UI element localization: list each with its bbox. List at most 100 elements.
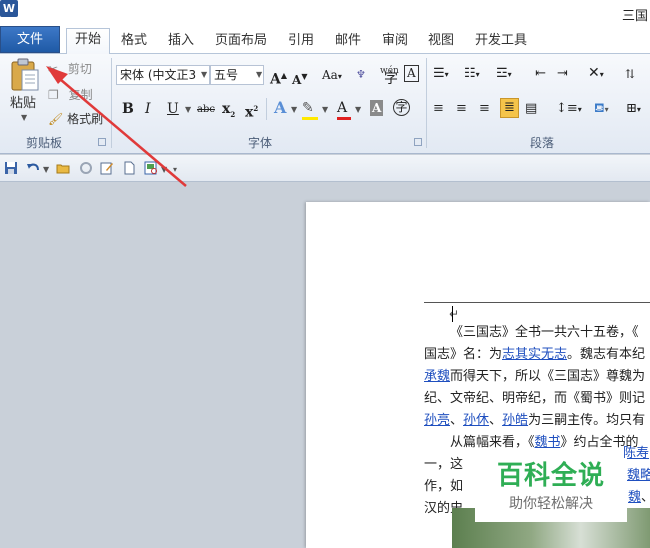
clear-format-button[interactable]: ♆ (356, 66, 366, 84)
paste-button[interactable]: 粘贴 (10, 95, 36, 113)
copy-button[interactable]: ❐ 复制 (48, 86, 93, 104)
borders-button[interactable]: ⊞▾ (626, 100, 641, 119)
justify-button[interactable]: ≣ (500, 98, 519, 118)
sort-button[interactable]: ⇅ (625, 65, 635, 83)
increase-indent-button[interactable]: ⇥ (557, 65, 568, 83)
grow-font-icon: A (270, 71, 281, 88)
font-name-select[interactable]: 宋体 (中文正3 (116, 65, 210, 85)
link-text[interactable]: 魏 (628, 490, 641, 505)
enclose-chars-icon: 字 (395, 100, 408, 114)
cut-button[interactable]: ✂ 剪切 (48, 60, 92, 78)
distributed-button[interactable]: ▤ (525, 100, 537, 118)
format-painter-button[interactable]: 🖌 格式刷 (48, 110, 103, 128)
tab-insert[interactable]: 插入 (168, 30, 194, 54)
tab-review[interactable]: 审阅 (382, 30, 408, 54)
font-color-button[interactable]: A (337, 99, 351, 120)
word-app-icon[interactable]: W (0, 0, 18, 17)
ribbon-tab-bar: 文件 开始 格式 插入 页面布局 引用 邮件 审阅 视图 开发工具 (0, 26, 650, 55)
char-shading-button[interactable]: A (370, 100, 384, 116)
link-text[interactable]: 志其实无志 (502, 347, 567, 362)
align-left-button[interactable]: ≡ (433, 100, 444, 118)
body-text: 。魏志有本纪 (567, 347, 646, 362)
quick-access-toolbar: ▼ ▼ ▾ (0, 155, 650, 182)
multilevel-list-button[interactable]: ☲▾ (496, 65, 512, 84)
align-center-button[interactable]: ≡ (456, 100, 467, 118)
bold-button[interactable]: B (122, 100, 134, 118)
bullets-button[interactable]: ☰▾ (433, 65, 449, 84)
align-right-button[interactable]: ≡ (479, 100, 490, 118)
underline-dropdown-icon[interactable]: ▼ (185, 105, 191, 114)
align-left-icon: ≡ (433, 101, 444, 116)
tab-file[interactable]: 文件 (0, 26, 60, 53)
shading-button[interactable]: ⛾▾ (594, 100, 609, 119)
chinese-layout-icon: ✕ (588, 65, 600, 81)
print-preview-icon[interactable] (144, 161, 158, 175)
tab-page-layout[interactable]: 页面布局 (215, 30, 267, 54)
undo-icon[interactable] (26, 161, 40, 175)
numbering-button[interactable]: ☷▾ (464, 65, 480, 84)
chinese-layout-button[interactable]: ✕▾ (588, 64, 604, 84)
customize-qat-icon[interactable]: ▾ (173, 165, 177, 174)
tab-view[interactable]: 视图 (428, 30, 454, 54)
superscript-button[interactable]: x2 (245, 100, 258, 122)
tab-references[interactable]: 引用 (288, 30, 314, 54)
group-label-clipboard: 剪贴板 (26, 136, 63, 150)
body-text: 纪、文帝纪、明帝纪，而《蜀书》则记 (424, 391, 646, 406)
grow-font-button[interactable]: A▲ (270, 66, 287, 89)
tab-home[interactable]: 开始 (66, 28, 110, 55)
line-spacing-button[interactable]: ↕≡▾ (556, 100, 582, 119)
link-text[interactable]: 魏略 (627, 468, 650, 483)
new-document-icon[interactable] (122, 161, 136, 175)
document-line: 承魏而得天下，所以《三国志》尊魏为 (424, 367, 645, 387)
tab-format[interactable]: 格式 (121, 30, 147, 54)
document-line: 作，如 (424, 477, 463, 497)
pin-dropdown-icon[interactable]: ▼ (161, 165, 167, 174)
clipboard-dialog-launcher-icon[interactable] (98, 138, 106, 146)
link-text[interactable]: 魏书 (535, 435, 561, 450)
clear-format-icon: ♆ (356, 68, 366, 81)
tab-developer[interactable]: 开发工具 (475, 30, 527, 54)
open-folder-icon[interactable] (56, 161, 70, 175)
highlight-button[interactable]: ✎ (302, 99, 318, 120)
italic-button[interactable]: I (145, 100, 151, 118)
edit-document-icon[interactable] (100, 161, 114, 175)
char-border-button[interactable]: A (404, 65, 419, 82)
underline-button[interactable]: U (167, 100, 179, 118)
subscript-button[interactable]: x2 (222, 100, 235, 124)
body-text: 《三国志》全书一共六十五卷，《 (450, 325, 639, 340)
decrease-indent-button[interactable]: ⇤ (535, 65, 546, 83)
font-size-dropdown-icon[interactable]: ▼ (256, 70, 262, 79)
font-color-dropdown-icon[interactable]: ▼ (355, 105, 361, 114)
paste-dropdown-icon[interactable]: ▼ (21, 113, 27, 122)
font-name-value: 宋体 (中文正3 (120, 68, 197, 82)
format-painter-label: 格式刷 (67, 112, 104, 126)
link-text[interactable]: 孙亮 (424, 413, 450, 428)
group-divider (111, 58, 112, 148)
line-spacing-icon: ↕≡ (556, 101, 578, 116)
redo-icon[interactable] (79, 161, 93, 175)
body-text: 国志》名：为 (424, 347, 503, 362)
change-case-icon: Aa (322, 68, 338, 82)
enclose-chars-button[interactable]: 字 (393, 99, 410, 116)
font-size-value: 五号 (214, 68, 239, 82)
shrink-font-icon: A (292, 73, 302, 87)
font-name-dropdown-icon[interactable]: ▼ (201, 70, 207, 79)
highlight-dropdown-icon[interactable]: ▼ (322, 105, 328, 114)
paste-icon[interactable] (10, 58, 40, 92)
link-text[interactable]: 孙皓 (502, 413, 528, 428)
body-text: 为三嗣主传。均只有 (528, 413, 646, 428)
save-icon[interactable] (4, 161, 18, 175)
document-line: 孙亮、孙休、孙皓为三嗣主传。均只有 (424, 411, 645, 431)
strikethrough-button[interactable]: abc (197, 101, 215, 119)
change-case-button[interactable]: Aa▾ (322, 66, 342, 86)
font-dialog-launcher-icon[interactable] (414, 138, 422, 146)
text-effects-dropdown-icon[interactable]: ▼ (291, 105, 297, 114)
tab-mailings[interactable]: 邮件 (335, 30, 361, 54)
shrink-font-button[interactable]: A▼ (292, 67, 307, 89)
fragment-text: 魏略 (627, 466, 650, 486)
header-rule (424, 302, 650, 303)
link-text[interactable]: 承魏 (424, 369, 450, 384)
undo-dropdown-icon[interactable]: ▼ (43, 165, 49, 174)
text-effects-button[interactable]: 字A (274, 99, 286, 117)
link-text[interactable]: 孙休 (463, 413, 489, 428)
